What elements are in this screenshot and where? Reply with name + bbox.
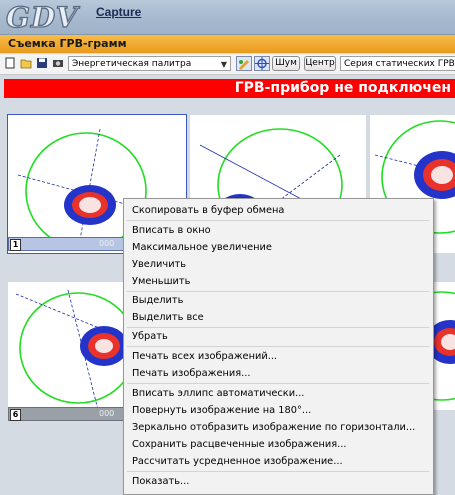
cell-number: 6 bbox=[10, 409, 21, 421]
menu-item-print-image[interactable]: Печать изображения... bbox=[132, 368, 250, 379]
menu-separator bbox=[127, 220, 429, 221]
palette-select[interactable]: Энергетическая палитра ▼ bbox=[68, 56, 231, 71]
menu-item-show[interactable]: Показать... bbox=[132, 476, 189, 487]
menu-item-mirror-horizontal[interactable]: Зеркально отобразить изображение по гори… bbox=[132, 422, 415, 433]
menu-item-fit-ellipse[interactable]: Вписать эллипс автоматически... bbox=[132, 388, 304, 399]
menu-item-copy-to-clipboard[interactable]: Скопировать в буфер обмена bbox=[132, 205, 284, 216]
menu-item-select[interactable]: Выделить bbox=[132, 295, 183, 306]
palette-tool-icon[interactable] bbox=[236, 56, 252, 71]
toolbar: Энергетическая палитра ▼ Шум Центр Серия… bbox=[0, 54, 455, 75]
app-logo: GDV bbox=[5, 0, 79, 34]
palette-select-value: Энергетическая палитра bbox=[72, 59, 192, 69]
cell-value: 000 bbox=[99, 409, 115, 418]
window-title-bar: Съемка ГРВ-грамм bbox=[0, 35, 455, 53]
menu-item-rotate-180[interactable]: Повернуть изображение на 180°... bbox=[132, 405, 311, 416]
menu-item-zoom-in[interactable]: Увеличить bbox=[132, 259, 186, 270]
crosshair-icon[interactable] bbox=[254, 56, 270, 71]
menu-item-max-zoom[interactable]: Максимальное увеличение bbox=[132, 242, 272, 253]
open-folder-icon[interactable] bbox=[20, 57, 32, 69]
cell-number: 1 bbox=[10, 239, 21, 251]
menu-separator bbox=[127, 327, 429, 328]
menu-item-zoom-out[interactable]: Уменьшить bbox=[132, 276, 190, 287]
series-select[interactable]: Серия статических ГРВ-грамм bbox=[340, 56, 455, 71]
app-header: GDV Capture bbox=[0, 0, 455, 35]
menu-separator bbox=[127, 383, 429, 384]
capture-link[interactable]: Capture bbox=[96, 5, 141, 19]
menu-item-print-all[interactable]: Печать всех изображений... bbox=[132, 351, 277, 362]
menu-separator bbox=[127, 291, 429, 292]
window-title: Съемка ГРВ-грамм bbox=[8, 37, 127, 50]
new-document-icon[interactable] bbox=[4, 57, 16, 69]
cell-value: 000 bbox=[99, 239, 115, 248]
menu-item-fit-to-window[interactable]: Вписать в окно bbox=[132, 225, 211, 236]
save-icon[interactable] bbox=[36, 57, 48, 69]
menu-item-remove[interactable]: Убрать bbox=[132, 331, 168, 342]
camera-icon[interactable] bbox=[52, 57, 64, 69]
center-button[interactable]: Центр bbox=[304, 56, 336, 71]
device-status-text: ГРВ-прибор не подключен bbox=[234, 80, 451, 96]
menu-separator bbox=[127, 471, 429, 472]
menu-item-select-all[interactable]: Выделить все bbox=[132, 312, 204, 323]
noise-button[interactable]: Шум bbox=[272, 56, 300, 71]
menu-separator bbox=[127, 346, 429, 347]
context-menu: Скопировать в буфер обмена Вписать в окн… bbox=[123, 198, 434, 495]
device-status-banner: ГРВ-прибор не подключен bbox=[4, 79, 455, 98]
chevron-down-icon: ▼ bbox=[220, 60, 227, 69]
menu-item-save-colored[interactable]: Сохранить расцвеченные изображения... bbox=[132, 439, 347, 450]
menu-item-average-image[interactable]: Рассчитать усредненное изображение... bbox=[132, 456, 343, 467]
